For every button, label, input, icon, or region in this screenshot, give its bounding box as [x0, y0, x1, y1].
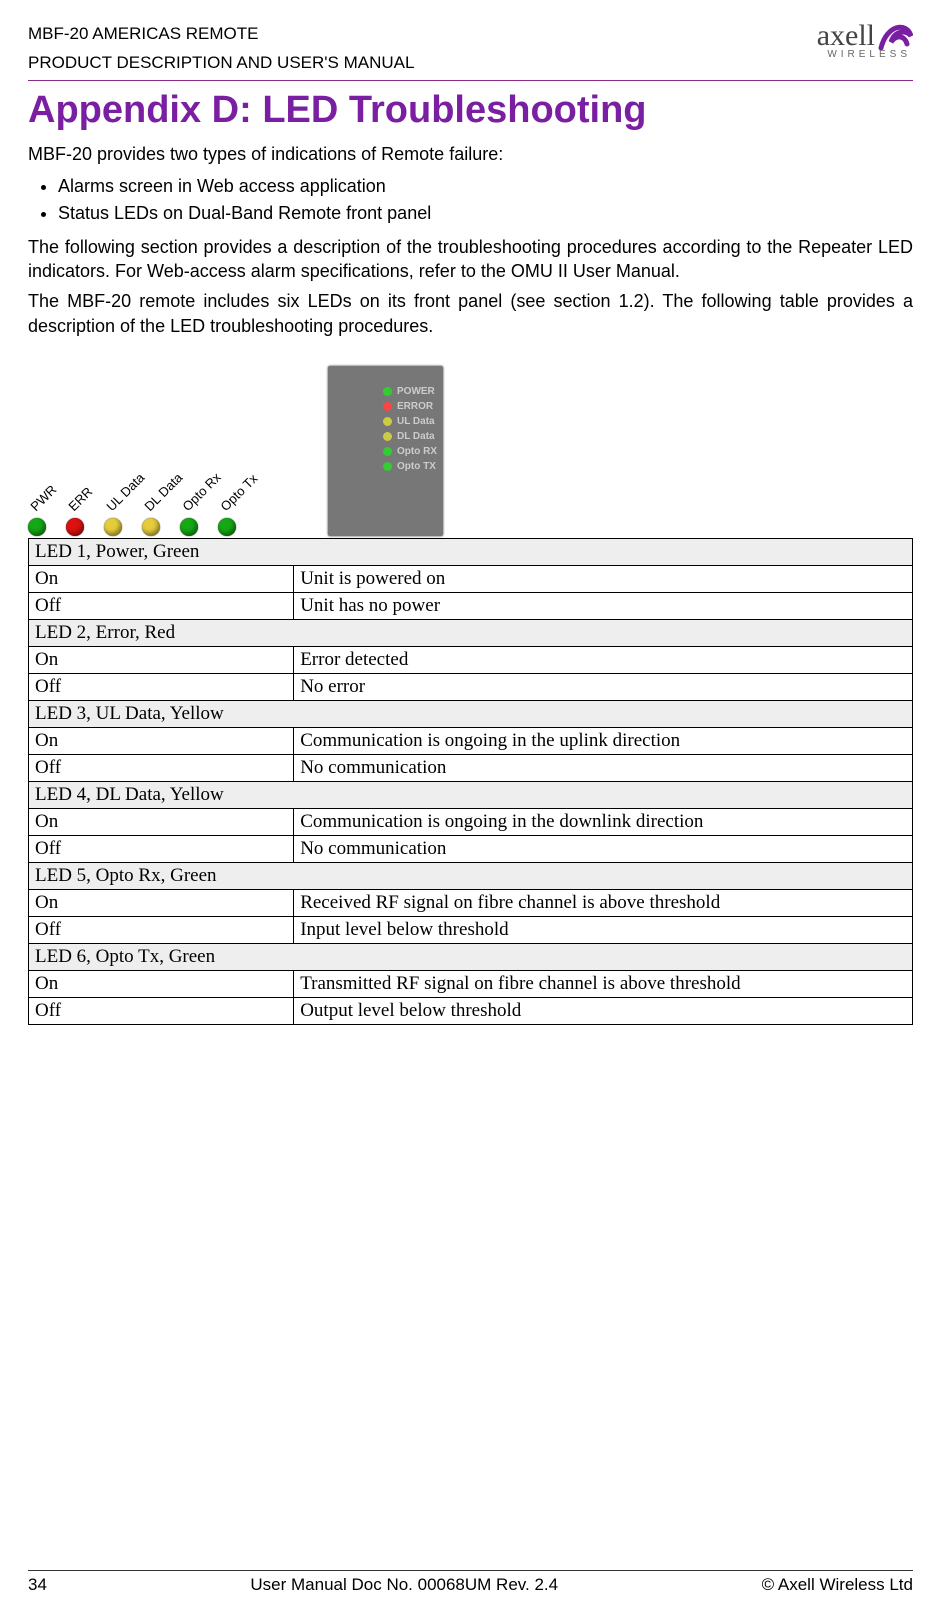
table-section-cell: LED 3, UL Data, Yellow — [29, 700, 913, 727]
logo-subtext: WIRELESS — [827, 50, 911, 60]
table-row: OffInput level below threshold — [29, 916, 913, 943]
front-panel-photo: POWER ERROR UL Data DL Data Opto RX Opto TX — [328, 366, 443, 536]
paragraph-1: The following section provides a descrip… — [28, 235, 913, 284]
footer-separator — [28, 1570, 913, 1571]
table-row: LED 6, Opto Tx, Green — [29, 943, 913, 970]
led-dot-icon — [28, 518, 46, 536]
footer-page-number: 34 — [28, 1575, 47, 1595]
header-separator — [28, 80, 913, 81]
header-line1: MBF-20 AMERICAS REMOTE — [28, 20, 414, 47]
led-dot-icon — [104, 518, 122, 536]
photo-led-label: Opto RX — [397, 446, 437, 457]
photo-led-dot-icon — [383, 387, 392, 396]
table-row: LED 3, UL Data, Yellow — [29, 700, 913, 727]
logo-text: axell — [817, 21, 875, 51]
table-row: LED 4, DL Data, Yellow — [29, 781, 913, 808]
header-line2: PRODUCT DESCRIPTION AND USER'S MANUAL — [28, 49, 414, 76]
table-section-cell: LED 1, Power, Green — [29, 538, 913, 565]
table-desc-cell: Output level below threshold — [294, 997, 913, 1024]
table-state-cell: Off — [29, 592, 294, 619]
table-desc-cell: Input level below threshold — [294, 916, 913, 943]
led-label: Opto Rx — [179, 470, 223, 514]
photo-led-dot-icon — [383, 432, 392, 441]
photo-led-row: Opto TX — [383, 461, 437, 472]
photo-led-label: POWER — [397, 386, 435, 397]
photo-led-dot-icon — [383, 402, 392, 411]
table-state-cell: Off — [29, 673, 294, 700]
table-desc-cell: No error — [294, 673, 913, 700]
led-label: DL Data — [141, 470, 185, 514]
led-dot-icon — [218, 518, 236, 536]
table-desc-cell: Unit is powered on — [294, 565, 913, 592]
table-section-cell: LED 4, DL Data, Yellow — [29, 781, 913, 808]
bullet-item: Alarms screen in Web access application — [58, 173, 913, 200]
photo-led-dot-icon — [383, 417, 392, 426]
photo-led-row: UL Data — [383, 416, 437, 427]
table-desc-cell: Communication is ongoing in the downlink… — [294, 808, 913, 835]
table-state-cell: Off — [29, 997, 294, 1024]
table-row: OffNo communication — [29, 754, 913, 781]
table-row: LED 2, Error, Red — [29, 619, 913, 646]
paragraph-2: The MBF-20 remote includes six LEDs on i… — [28, 289, 913, 338]
photo-led-dot-icon — [383, 462, 392, 471]
table-row: OnUnit is powered on — [29, 565, 913, 592]
footer-copyright: © Axell Wireless Ltd — [762, 1575, 913, 1595]
led-dot-icon — [142, 518, 160, 536]
logo-swirl-icon — [877, 20, 913, 52]
table-row: OnTransmitted RF signal on fibre channel… — [29, 970, 913, 997]
table-desc-cell: Received RF signal on fibre channel is a… — [294, 889, 913, 916]
table-state-cell: On — [29, 889, 294, 916]
table-state-cell: Off — [29, 835, 294, 862]
table-section-cell: LED 5, Opto Rx, Green — [29, 862, 913, 889]
table-desc-cell: No communication — [294, 835, 913, 862]
bullet-list: Alarms screen in Web access application … — [28, 173, 913, 227]
table-state-cell: On — [29, 727, 294, 754]
brand-logo: axell WIRELESS — [817, 20, 913, 60]
table-desc-cell: No communication — [294, 754, 913, 781]
table-state-cell: Off — [29, 754, 294, 781]
table-state-cell: On — [29, 646, 294, 673]
footer-doc-info: User Manual Doc No. 00068UM Rev. 2.4 — [250, 1575, 558, 1595]
photo-led-row: ERROR — [383, 401, 437, 412]
table-state-cell: On — [29, 808, 294, 835]
led-label: Opto Tx — [217, 471, 260, 514]
photo-led-row: Opto RX — [383, 446, 437, 457]
photo-led-row: DL Data — [383, 431, 437, 442]
photo-led-label: DL Data — [397, 431, 435, 442]
led-diagram: PWRERR UL DataDL DataOpto RxOpto Tx — [28, 366, 298, 536]
table-row: OnError detected — [29, 646, 913, 673]
led-dot-icon — [180, 518, 198, 536]
table-row: LED 1, Power, Green — [29, 538, 913, 565]
table-desc-cell: Transmitted RF signal on fibre channel i… — [294, 970, 913, 997]
table-state-cell: Off — [29, 916, 294, 943]
intro-text: MBF-20 provides two types of indications… — [28, 142, 913, 166]
photo-led-label: Opto TX — [397, 461, 436, 472]
photo-led-dot-icon — [383, 447, 392, 456]
table-state-cell: On — [29, 970, 294, 997]
photo-led-label: UL Data — [397, 416, 435, 427]
table-row: OffOutput level below threshold — [29, 997, 913, 1024]
led-label: ERR — [65, 484, 95, 514]
bullet-item: Status LEDs on Dual-Band Remote front pa… — [58, 200, 913, 227]
table-desc-cell: Error detected — [294, 646, 913, 673]
led-dot-icon — [66, 518, 84, 536]
table-row: OffNo communication — [29, 835, 913, 862]
table-desc-cell: Unit has no power — [294, 592, 913, 619]
photo-led-row: POWER — [383, 386, 437, 397]
table-row: OnReceived RF signal on fibre channel is… — [29, 889, 913, 916]
table-row: OnCommunication is ongoing in the downli… — [29, 808, 913, 835]
table-section-cell: LED 2, Error, Red — [29, 619, 913, 646]
table-row: OffUnit has no power — [29, 592, 913, 619]
table-desc-cell: Communication is ongoing in the uplink d… — [294, 727, 913, 754]
table-row: OnCommunication is ongoing in the uplink… — [29, 727, 913, 754]
table-row: OffNo error — [29, 673, 913, 700]
page-title: Appendix D: LED Troubleshooting — [28, 89, 913, 132]
table-row: LED 5, Opto Rx, Green — [29, 862, 913, 889]
photo-led-label: ERROR — [397, 401, 433, 412]
table-state-cell: On — [29, 565, 294, 592]
led-label: UL Data — [103, 470, 147, 514]
table-section-cell: LED 6, Opto Tx, Green — [29, 943, 913, 970]
led-troubleshooting-table: LED 1, Power, GreenOnUnit is powered onO… — [28, 538, 913, 1025]
led-label: PWR — [27, 482, 59, 514]
